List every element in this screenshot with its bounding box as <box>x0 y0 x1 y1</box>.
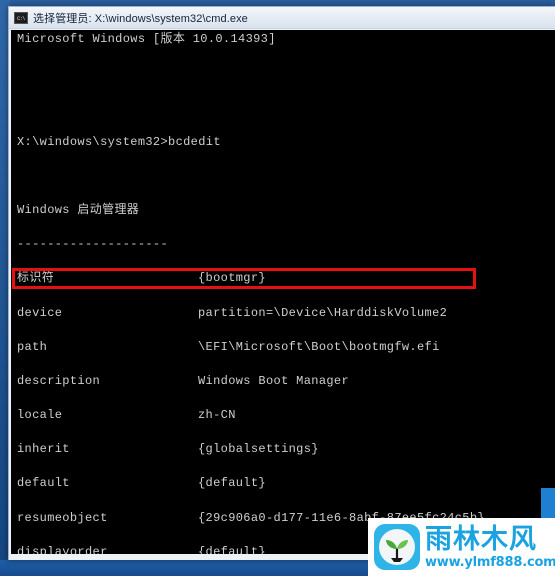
console-value: {globalsettings} <box>198 442 319 457</box>
console-key: device <box>17 305 63 320</box>
console-value: partition=\Device\HarddiskVolume2 <box>198 305 448 320</box>
console-kv-line: device partition=\Device\HarddiskVolume2 <box>17 305 485 322</box>
console-kv-line: path \EFI\Microsoft\Boot\bootmgfw.efi <box>17 339 485 356</box>
console-frame: Microsoft Windows [版本 10.0.14393] X:\win… <box>9 29 555 560</box>
console-kv-line: locale zh-CN <box>17 407 485 424</box>
console-text-buffer: Microsoft Windows [版本 10.0.14393] X:\win… <box>17 31 485 554</box>
console-value: {default} <box>198 476 266 491</box>
console-value: {default} <box>198 544 266 554</box>
watermark-brand-text: 雨林木风 <box>425 523 537 555</box>
cmd-console-icon: C:\ <box>14 11 28 24</box>
window-titlebar[interactable]: C:\ 选择管理员: X:\windows\system32\cmd.exe <box>9 7 555 29</box>
console-value: {bootmgr} <box>198 271 266 286</box>
console-line: Windows 启动管理器 <box>17 202 140 217</box>
command-prompt-window: C:\ 选择管理员: X:\windows\system32\cmd.exe M… <box>8 6 555 560</box>
console-key: locale <box>17 408 63 423</box>
console-line: X:\windows\system32>bcdedit <box>17 134 221 149</box>
watermark-url-text: www.ylmf888.com <box>425 554 555 570</box>
console-kv-line: inherit {globalsettings} <box>17 441 485 458</box>
console-kv-line: description Windows Boot Manager <box>17 373 485 390</box>
console-value: zh-CN <box>198 408 236 423</box>
console-line: -------------------- <box>17 237 169 252</box>
console-value: \EFI\Microsoft\Boot\bootmgfw.efi <box>198 339 440 354</box>
watermark-accent-chip <box>541 488 555 518</box>
desktop-background: C:\ 选择管理员: X:\windows\system32\cmd.exe M… <box>0 0 555 576</box>
console-kv-line: default {default} <box>17 475 485 492</box>
console-value: Windows Boot Manager <box>198 373 350 388</box>
console-key: resumeobject <box>17 510 108 525</box>
console-key: inherit <box>17 442 70 457</box>
console-line: Microsoft Windows [版本 10.0.14393] <box>17 32 276 46</box>
console-key: displayorder <box>17 544 108 554</box>
watermark-banner: 雨林木风 www.ylmf888.com <box>368 518 555 576</box>
console-key: default <box>17 476 70 491</box>
console-key: 标识符 <box>17 271 55 286</box>
console-kv-line: 标识符 {bootmgr} <box>17 270 485 287</box>
window-title: 选择管理员: X:\windows\system32\cmd.exe <box>33 12 248 25</box>
sprout-logo-icon <box>374 524 420 570</box>
console-key: path <box>17 339 48 354</box>
console-key: description <box>17 373 101 388</box>
console-output-area[interactable]: Microsoft Windows [版本 10.0.14393] X:\win… <box>11 30 555 554</box>
